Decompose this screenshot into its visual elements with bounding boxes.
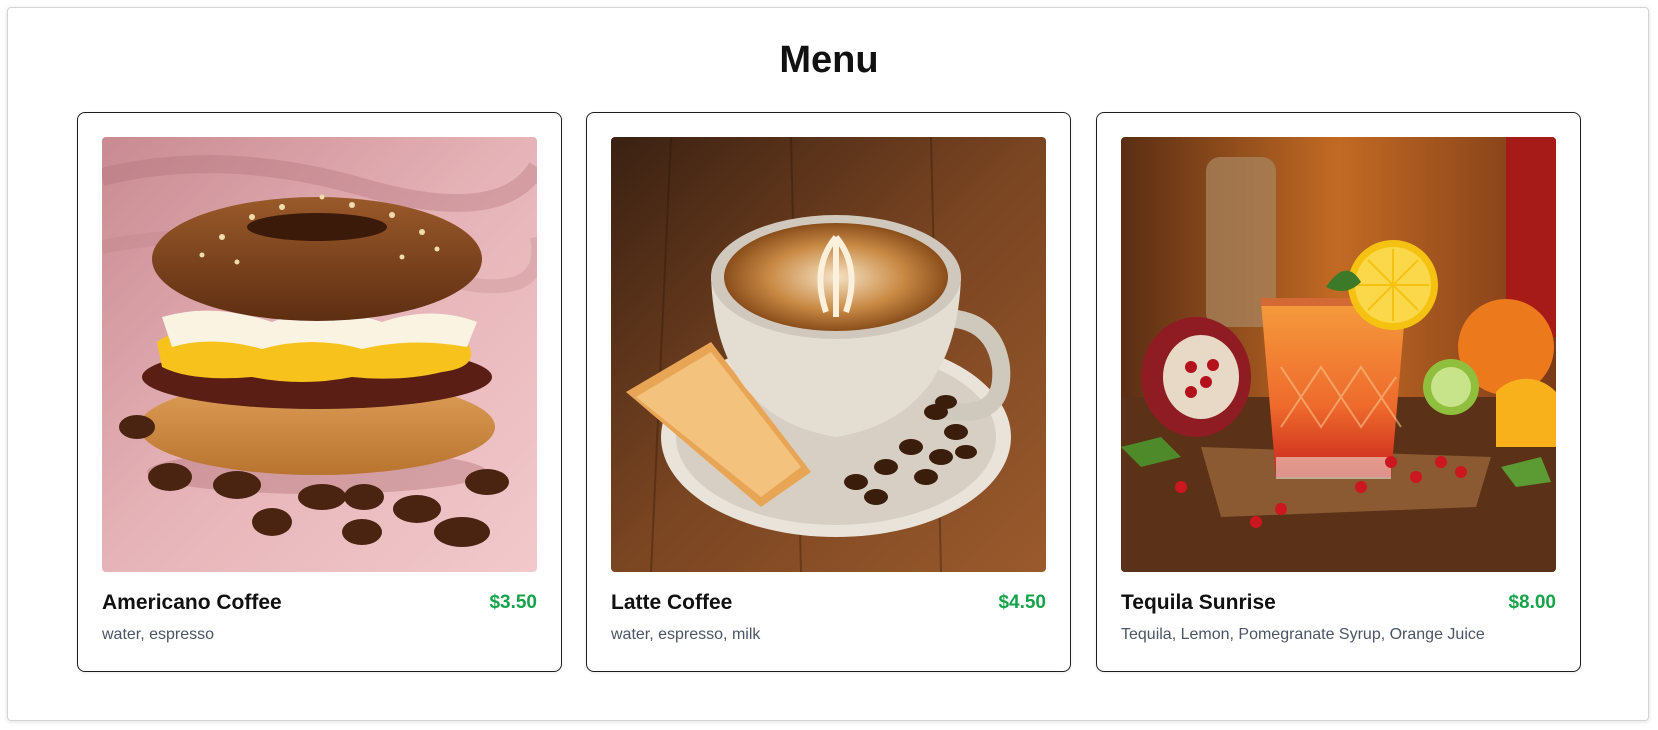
latte-cup-photo [611, 137, 1046, 572]
menu-card[interactable]: Latte Coffee $4.50 water, espresso, milk [586, 112, 1071, 672]
cocktail-glass-photo [1121, 137, 1556, 572]
item-description: water, espresso, milk [611, 626, 761, 643]
page-title: Menu [779, 39, 879, 81]
item-price: $8.00 [1508, 592, 1556, 613]
item-name: Latte Coffee [611, 591, 733, 614]
item-name: Americano Coffee [102, 591, 282, 614]
item-description: water, espresso [102, 626, 215, 643]
item-price: $4.50 [998, 592, 1046, 613]
item-price: $3.50 [489, 592, 537, 613]
menu-card[interactable]: Tequila Sunrise $8.00 Tequila, Lemon, Po… [1096, 112, 1581, 672]
menu-card[interactable]: Americano Coffee $3.50 water, espresso [77, 112, 562, 672]
item-description: Tequila, Lemon, Pomegranate Syrup, Orang… [1121, 626, 1485, 643]
item-name: Tequila Sunrise [1121, 591, 1276, 614]
bagel-sandwich-photo [102, 137, 537, 572]
